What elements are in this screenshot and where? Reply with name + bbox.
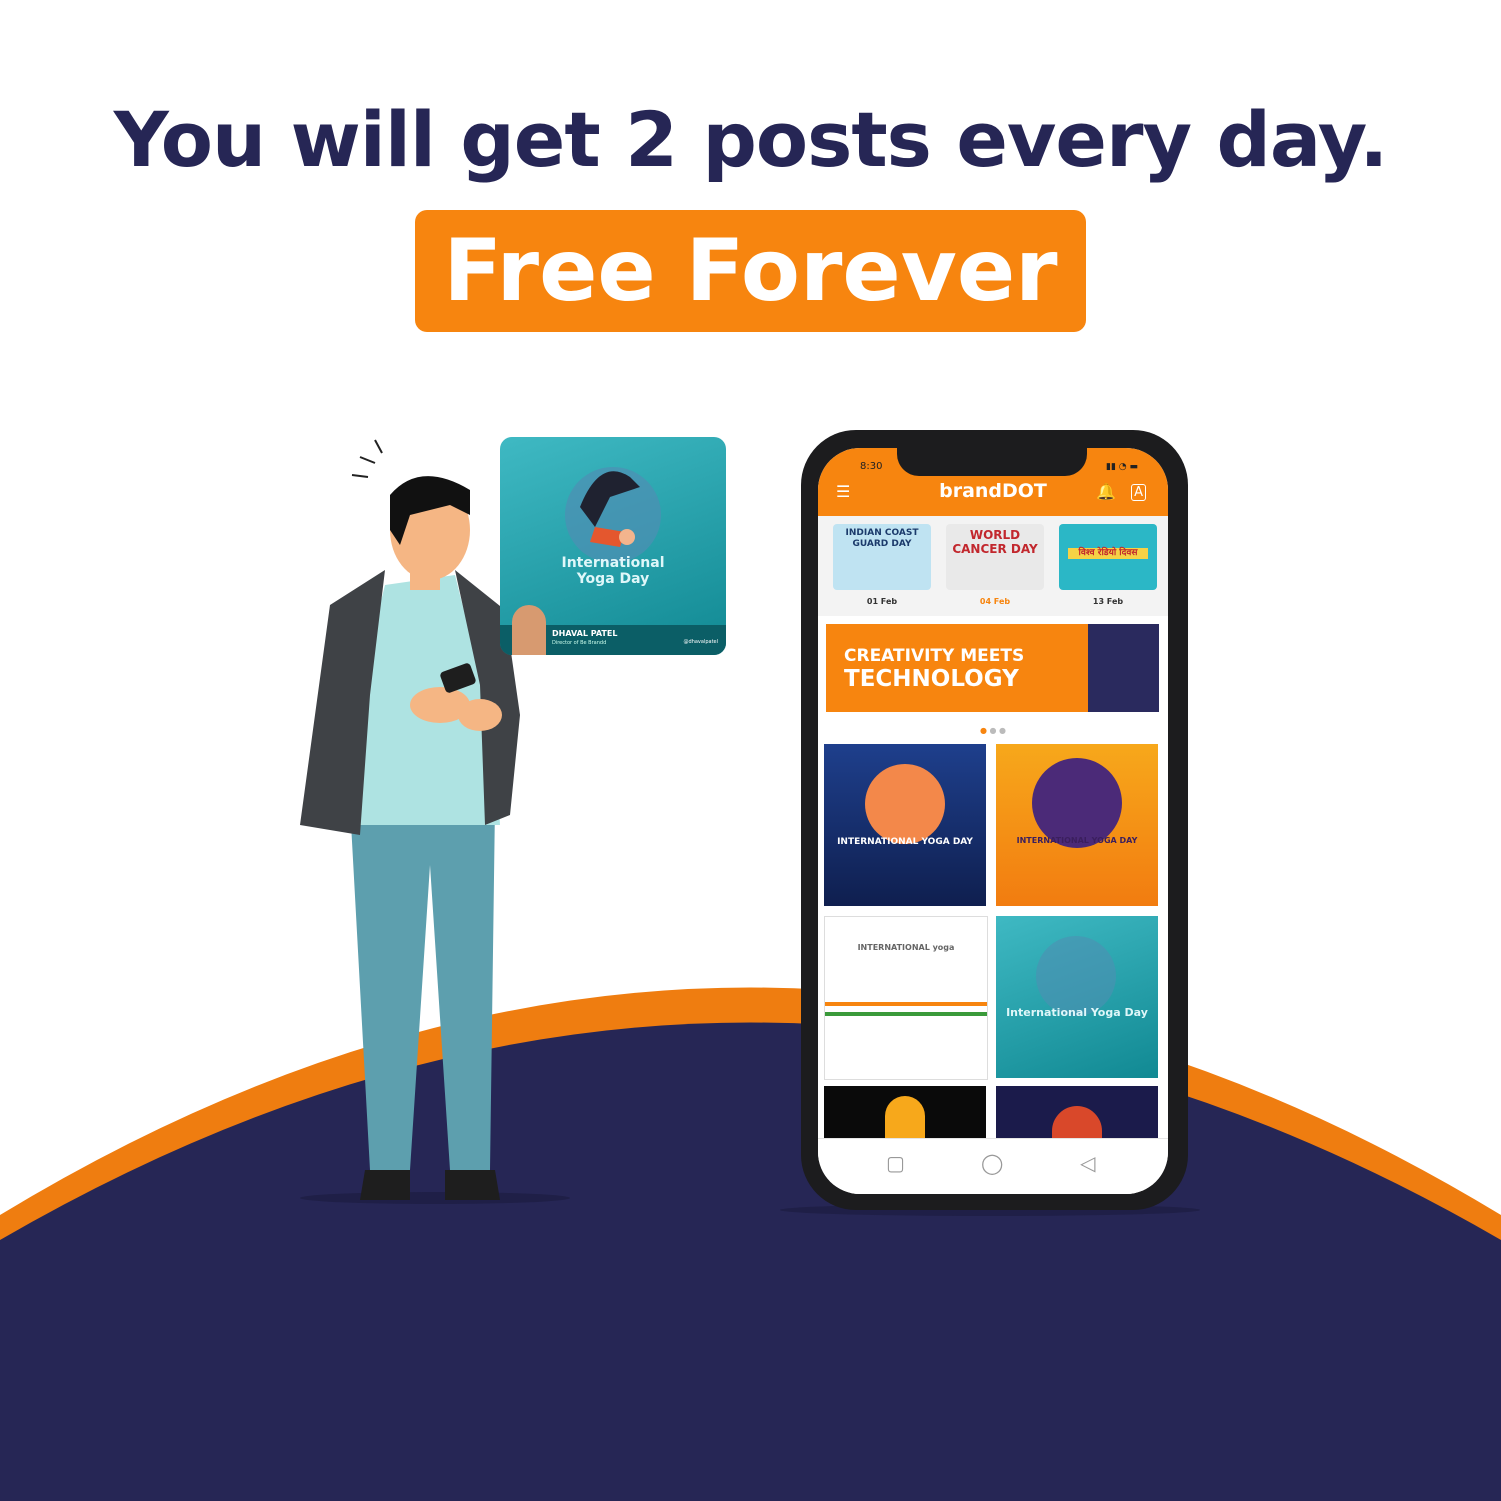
yoga-pose-icon	[565, 467, 661, 563]
sun-graphic	[865, 764, 945, 844]
translate-icon[interactable]: A	[1131, 484, 1146, 501]
flag-stripe	[825, 1012, 987, 1016]
popup-name: DHAVAL PATEL	[552, 629, 618, 638]
popup-post-card[interactable]: International Yoga Day DHAVAL PATEL Dire…	[500, 437, 726, 655]
category-date: 01 Feb	[866, 597, 898, 606]
phone-screen: 8:30 ▮▮ ◔ ▬ ☰ brandDOT 🔔 A INDIAN COAST …	[818, 448, 1168, 1194]
category-label: विश्व रेडियो दिवस	[1068, 548, 1148, 559]
yoga-circle-graphic	[1032, 758, 1122, 848]
category-date: 13 Feb	[1092, 597, 1124, 606]
category-date-selected: 04 Feb	[979, 597, 1011, 606]
category-card-cancer[interactable]: WORLD CANCER DAY	[946, 524, 1044, 590]
post-text: INTERNATIONAL yoga	[857, 943, 955, 952]
square-nav-icon[interactable]: ▢	[886, 1151, 905, 1175]
popup-handle: @dhavalpatel	[683, 639, 718, 645]
post-thumbnail[interactable]: INTERNATIONAL YOGA DAY	[996, 744, 1158, 906]
post-text: International Yoga Day	[1006, 1006, 1148, 1019]
lotus-graphic	[1052, 1106, 1102, 1138]
popup-title: International Yoga Day	[500, 555, 726, 587]
status-time: 8:30	[860, 461, 883, 472]
bell-icon[interactable]: 🔔	[1096, 482, 1116, 501]
circle-nav-icon[interactable]: ◯	[981, 1151, 1003, 1175]
flame-graphic	[885, 1096, 925, 1138]
phone-notch	[897, 448, 1087, 476]
status-icons: ▮▮ ◔ ▬	[1106, 462, 1138, 472]
popup-title-line1: International	[561, 555, 665, 571]
system-nav-bar: ▢ ◯ ◁	[818, 1138, 1168, 1194]
popup-role: Director of Be Brandd	[552, 640, 607, 646]
category-row: INDIAN COAST GUARD DAY 01 Feb WORLD CANC…	[818, 516, 1168, 616]
post-thumbnail[interactable]	[824, 1086, 986, 1138]
promo-banner[interactable]: CREATIVITY MEETS TECHNOLOGY	[826, 624, 1159, 712]
post-text: INTERNATIONAL YOGA DAY	[1016, 836, 1138, 845]
category-label: WORLD CANCER DAY	[952, 528, 1038, 556]
category-card-coastguard[interactable]: INDIAN COAST GUARD DAY	[833, 524, 931, 590]
category-card-radio[interactable]: विश्व रेडियो दिवस	[1059, 524, 1157, 590]
banner-line1: CREATIVITY MEETS	[844, 646, 1025, 666]
post-thumbnail[interactable]	[996, 1086, 1158, 1138]
carousel-dots[interactable]: ● ● ●	[818, 726, 1168, 735]
post-thumbnail[interactable]: International Yoga Day	[996, 916, 1158, 1078]
popup-title-line2: Yoga Day	[576, 571, 650, 587]
post-text: INTERNATIONAL YOGA DAY	[837, 837, 973, 847]
flag-stripe	[825, 1002, 987, 1006]
badge-text: Free Forever	[443, 221, 1058, 321]
post-thumbnail[interactable]: INTERNATIONAL yoga	[824, 916, 988, 1080]
free-forever-badge: Free Forever	[415, 210, 1086, 332]
yoga-pose-graphic	[1036, 936, 1116, 1016]
avatar	[512, 605, 546, 655]
headline: You will get 2 posts every day.	[113, 95, 1389, 184]
social-icons-graphic	[1088, 624, 1159, 712]
banner-line2: TECHNOLOGY	[844, 666, 1019, 692]
back-nav-icon[interactable]: ◁	[1080, 1151, 1095, 1175]
category-label: INDIAN COAST GUARD DAY	[845, 528, 919, 549]
post-thumbnail[interactable]: INTERNATIONAL YOGA DAY	[824, 744, 986, 906]
